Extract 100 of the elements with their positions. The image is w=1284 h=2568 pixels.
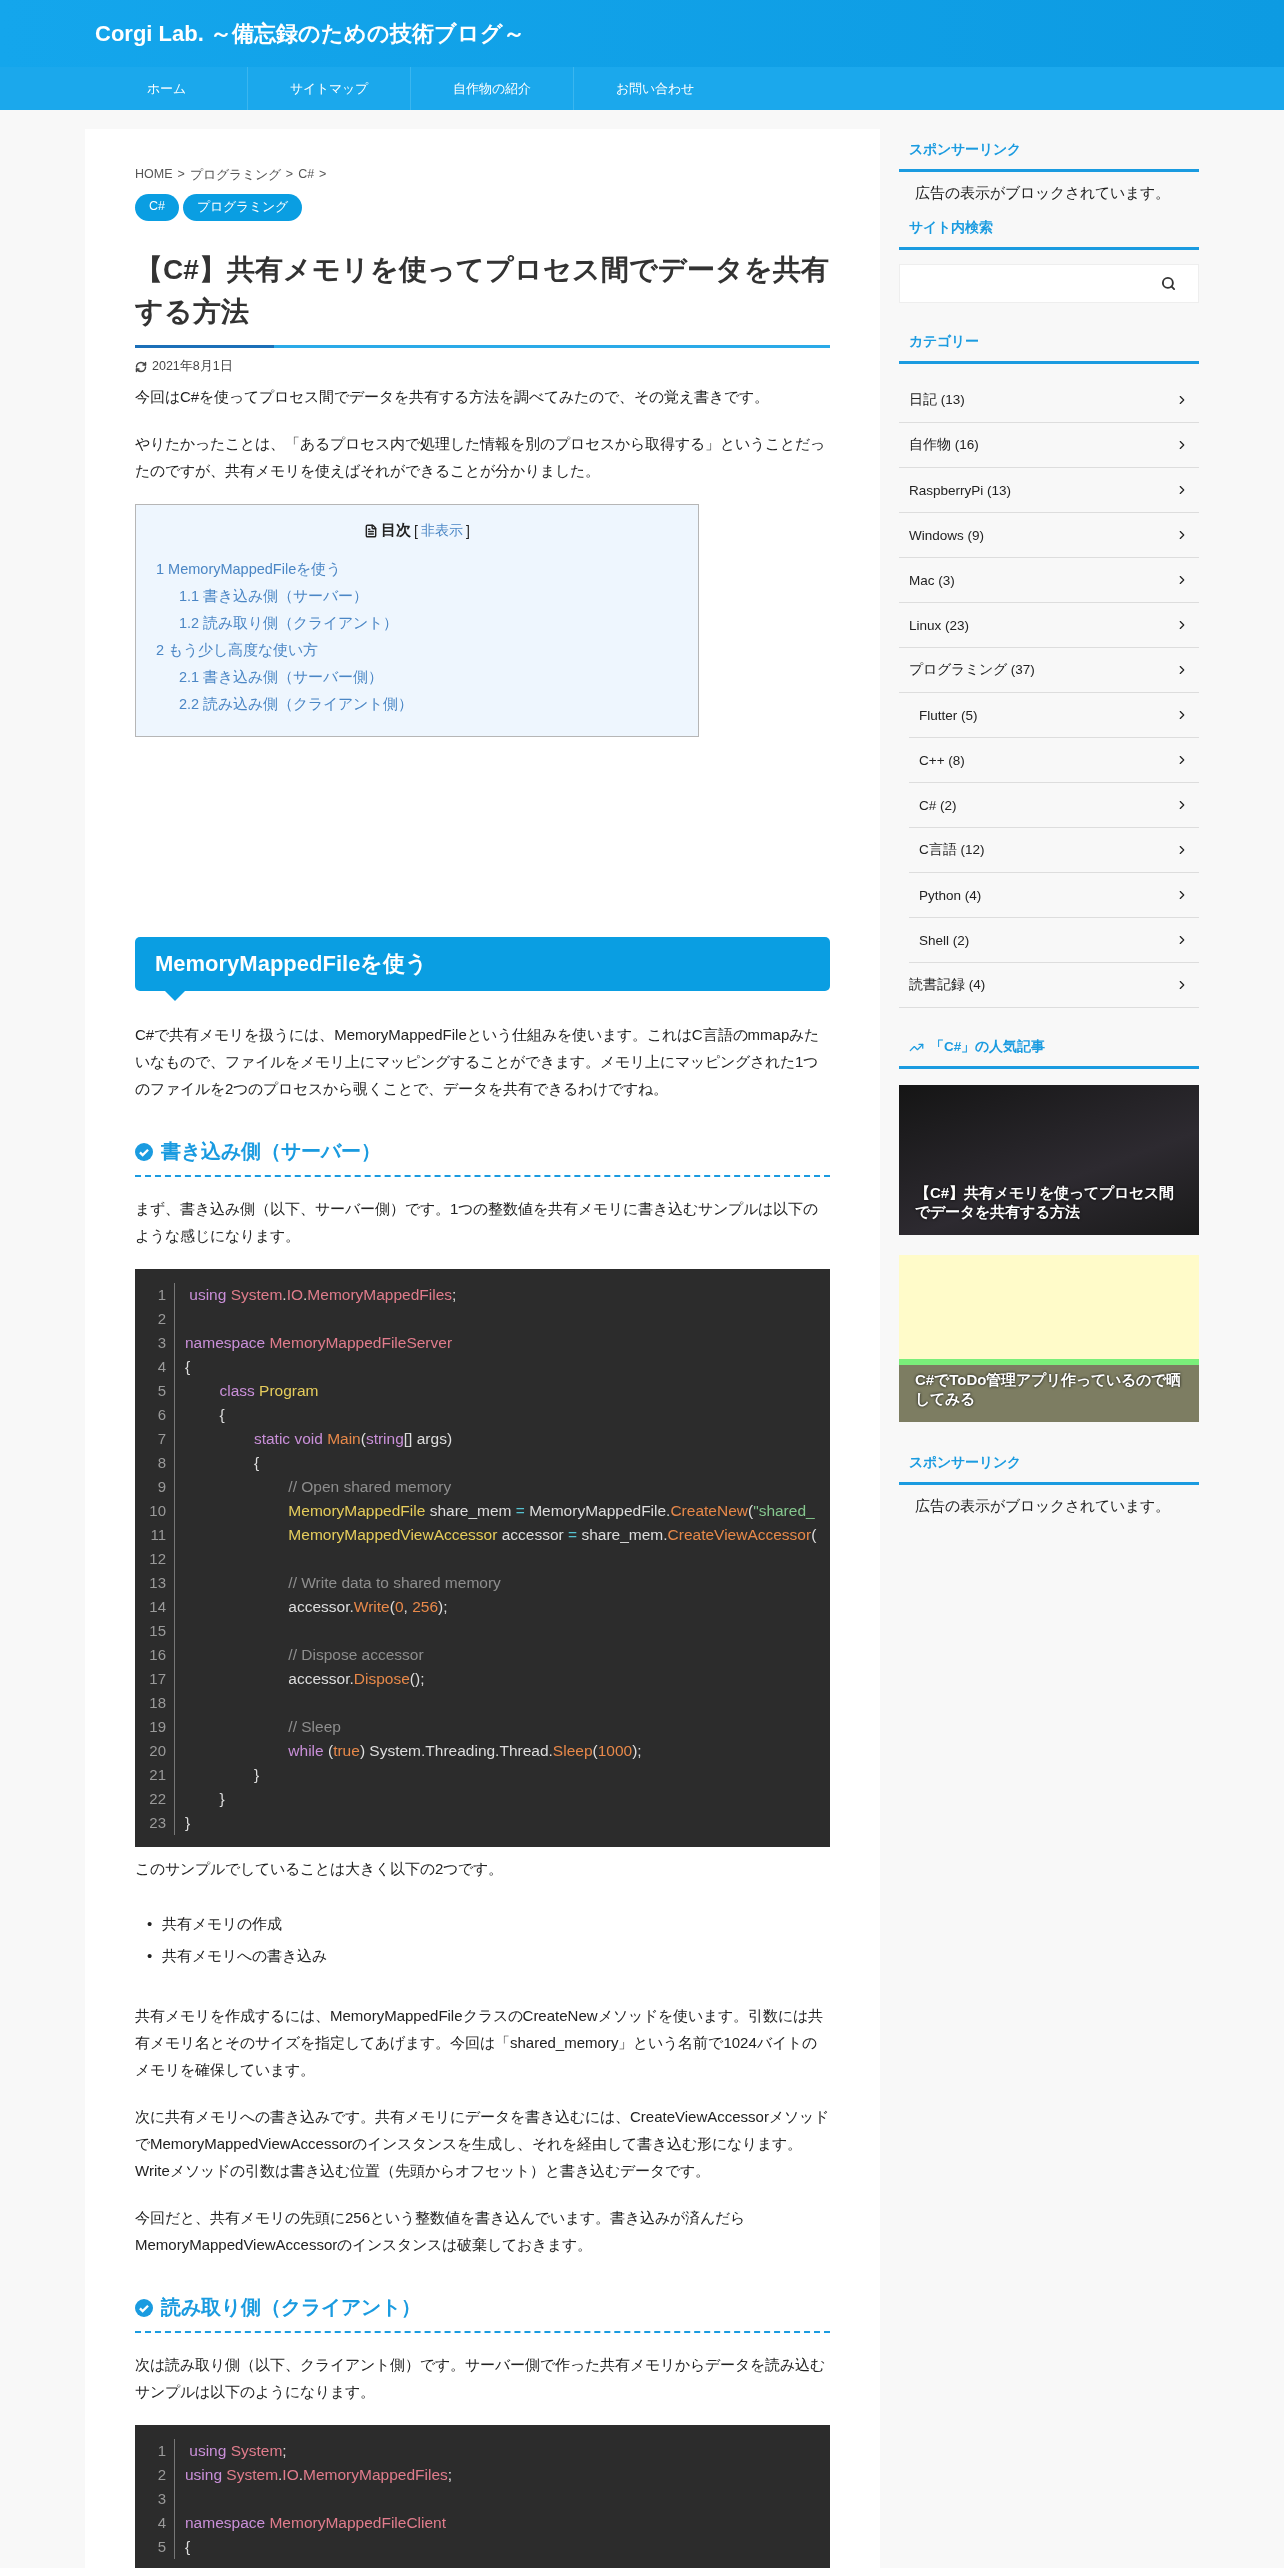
toc-toggle-link[interactable]: 非表示 <box>421 521 463 540</box>
code-line: static void Main(string[] args) <box>252 1430 453 1448</box>
line-number: 21 <box>135 1763 175 1787</box>
paragraph: 今回はC#を使ってプロセス間でデータを共有する方法を調べてみたので、その覚え書きです。 <box>135 387 771 407</box>
code-line: // Sleep <box>287 1718 341 1736</box>
subsection-heading: 書き込み側（サーバー） <box>161 1139 381 1164</box>
line-number: 2 <box>135 2463 175 2487</box>
category-link[interactable]: Flutter (5) <box>909 693 1199 738</box>
line-number: 16 <box>135 1643 175 1667</box>
heading-pointer <box>165 991 185 1001</box>
line-number: 7 <box>135 1427 175 1451</box>
paragraph: 次は読み取り側（以下、クライアント側）です。サーバー側で作った共有メモリからデータを読み込むサンプルは以下のようになります。 <box>135 2355 826 2402</box>
line-number: 1 <box>135 2439 175 2463</box>
paragraph: 次に共有メモリへの書き込みです。共有メモリにデータを書き込むには、CreateViewAccessorメソッドでMemoryMappedViewAccessorのインスタンスを生成し、それを経由して書き込む形になります。Writeメソッドの引数は書き込む位置（先頭からオフセット）と書き込むデータです。 <box>135 2107 830 2181</box>
code-line: namespace MemoryMappedFileServer <box>184 1334 453 1352</box>
widget-title: スポンサーリンク <box>909 141 1021 159</box>
code-line: } <box>252 1766 260 1784</box>
widget-title: サイト内検索 <box>909 219 993 237</box>
toc-link[interactable]: 1 MemoryMappedFileを使う <box>156 556 678 583</box>
code-line: class Program <box>218 1382 319 1400</box>
breadcrumb-separator: > <box>319 167 327 183</box>
code-line: { <box>184 1358 191 1376</box>
line-number: 12 <box>135 1547 175 1571</box>
toc-title: 目次 <box>381 521 412 540</box>
paragraph: C#で共有メモリを扱うには、MemoryMappedFileという仕組みを使います。これはC言語のmmapみたいなもので、ファイルをメモリ上にマッピングすることができます。メモリ上にマッピングされた1つのファイルを2つのプロセスから覗くことで、データを共有できるわけですね。 <box>135 1025 821 1099</box>
category-link[interactable]: Windows (9) <box>899 513 1199 558</box>
code-line: { <box>252 1454 260 1472</box>
toc-link[interactable]: 2 もう少し高度な使い方 <box>156 637 678 664</box>
line-number: 3 <box>135 2487 175 2511</box>
breadcrumb-separator: > <box>285 167 294 183</box>
line-number: 15 <box>135 1619 175 1643</box>
line-number: 22 <box>135 1787 175 1811</box>
toc-link[interactable]: 1.1 書き込み側（サーバー） <box>156 583 678 610</box>
line-number: 6 <box>135 1403 175 1427</box>
article-thumbnail[interactable]: C#でToDo管理アプリ作っているので晒してみる <box>899 1255 1199 1422</box>
line-number: 9 <box>135 1475 175 1499</box>
category-link[interactable]: Linux (23) <box>899 603 1199 648</box>
line-number: 2 <box>135 1307 175 1331</box>
category-link[interactable]: Shell (2) <box>909 918 1199 963</box>
toc-link[interactable]: 1.2 読み取り側（クライアント） <box>156 610 678 637</box>
code-line: using System.IO.MemoryMappedFiles; <box>184 2466 453 2484</box>
paragraph: やりたかったことは、「あるプロセス内で処理した情報を別のプロセスから取得する」ということだったのですが、共有メモリを使えばそれができることが分かりました。 <box>135 434 826 481</box>
line-number: 13 <box>135 1571 175 1595</box>
category-link[interactable]: 日記 (13) <box>899 378 1199 423</box>
ad-notice: 広告の表示がブロックされています。 <box>915 1497 1171 1516</box>
bullet: • <box>147 1946 153 1966</box>
category-link[interactable]: Mac (3) <box>899 558 1199 603</box>
line-number: 10 <box>135 1499 175 1523</box>
bullet-item: 共有メモリへの書き込み <box>162 1946 328 1966</box>
post-date: 2021年8月1日 <box>152 358 233 375</box>
article-title: 【C#】共有メモリを使ってプロセス間でデータを共有する方法 <box>135 253 830 329</box>
line-number: 8 <box>135 1451 175 1475</box>
code-line: namespace MemoryMappedFileClient <box>184 2514 447 2532</box>
bracket: ] <box>466 522 470 539</box>
check-circle-icon <box>135 2298 153 2317</box>
search-field[interactable] <box>899 264 1199 303</box>
code-line: // Write data to shared memory <box>287 1574 501 1592</box>
code-line: MemoryMappedFile share_mem = MemoryMappedFile.CreateNew("shared_ <box>287 1502 815 1520</box>
toc-link[interactable]: 2.2 読み込み側（クライアント側） <box>156 691 678 718</box>
category-link[interactable]: プログラミング (37) <box>899 648 1199 693</box>
bracket: [ <box>414 522 418 539</box>
widget-title: スポンサーリンク <box>909 1454 1021 1472</box>
code-line: using System.IO.MemoryMappedFiles; <box>188 1286 457 1304</box>
line-number: 20 <box>135 1739 175 1763</box>
category-link[interactable]: RaspberryPi (13) <box>899 468 1199 513</box>
line-number: 14 <box>135 1595 175 1619</box>
category-link[interactable]: 自作物 (16) <box>899 423 1199 468</box>
paragraph: このサンプルでしていることは大きく以下の2つです。 <box>135 1859 505 1879</box>
line-number: 5 <box>135 2535 175 2559</box>
breadcrumb-link[interactable]: プログラミング <box>189 167 281 184</box>
section-heading: MemoryMappedFileを使う <box>135 937 830 991</box>
code-line: using System; <box>188 2442 287 2460</box>
line-number: 23 <box>135 1811 175 1835</box>
code-line: MemoryMappedViewAccessor accessor = share_mem.CreateViewAccessor( <box>287 1526 817 1544</box>
article-title: C#でToDo管理アプリ作っているので晒してみる <box>914 1370 1183 1409</box>
category-link[interactable]: Python (4) <box>909 873 1199 918</box>
code-line: // Dispose accessor <box>287 1646 424 1664</box>
line-number: 11 <box>135 1523 175 1547</box>
code-line: while (true) System.Threading.Thread.Sleep(1000); <box>287 1742 642 1760</box>
subsection-heading: 読み取り側（クライアント） <box>161 2295 421 2320</box>
line-number: 5 <box>135 1379 175 1403</box>
breadcrumb-link[interactable]: HOME <box>135 167 173 184</box>
code-line: accessor.Write(0, 256); <box>287 1598 448 1616</box>
code-line: accessor.Dispose(); <box>287 1670 425 1688</box>
breadcrumb-link[interactable]: C# <box>298 167 315 184</box>
category-link[interactable]: C++ (8) <box>909 738 1199 783</box>
search-icon <box>1160 276 1176 291</box>
category-link[interactable]: C言語 (12) <box>909 828 1199 873</box>
category-link[interactable]: C# (2) <box>909 783 1199 828</box>
category-link[interactable]: 読書記録 (4) <box>899 963 1199 1008</box>
breadcrumb-separator: > <box>177 167 185 183</box>
article-thumbnail[interactable]: 【C#】共有メモリを使ってプロセス間でデータを共有する方法 <box>899 1085 1199 1235</box>
line-number: 4 <box>135 2511 175 2535</box>
ad-notice: 広告の表示がブロックされています。 <box>915 184 1171 203</box>
line-number: 1 <box>135 1283 175 1307</box>
toc-link[interactable]: 2.1 書き込み側（サーバー側） <box>156 664 678 691</box>
bullet-item: 共有メモリの作成 <box>162 1914 283 1934</box>
line-number: 4 <box>135 1355 175 1379</box>
line-number: 19 <box>135 1715 175 1739</box>
line-number: 17 <box>135 1667 175 1691</box>
